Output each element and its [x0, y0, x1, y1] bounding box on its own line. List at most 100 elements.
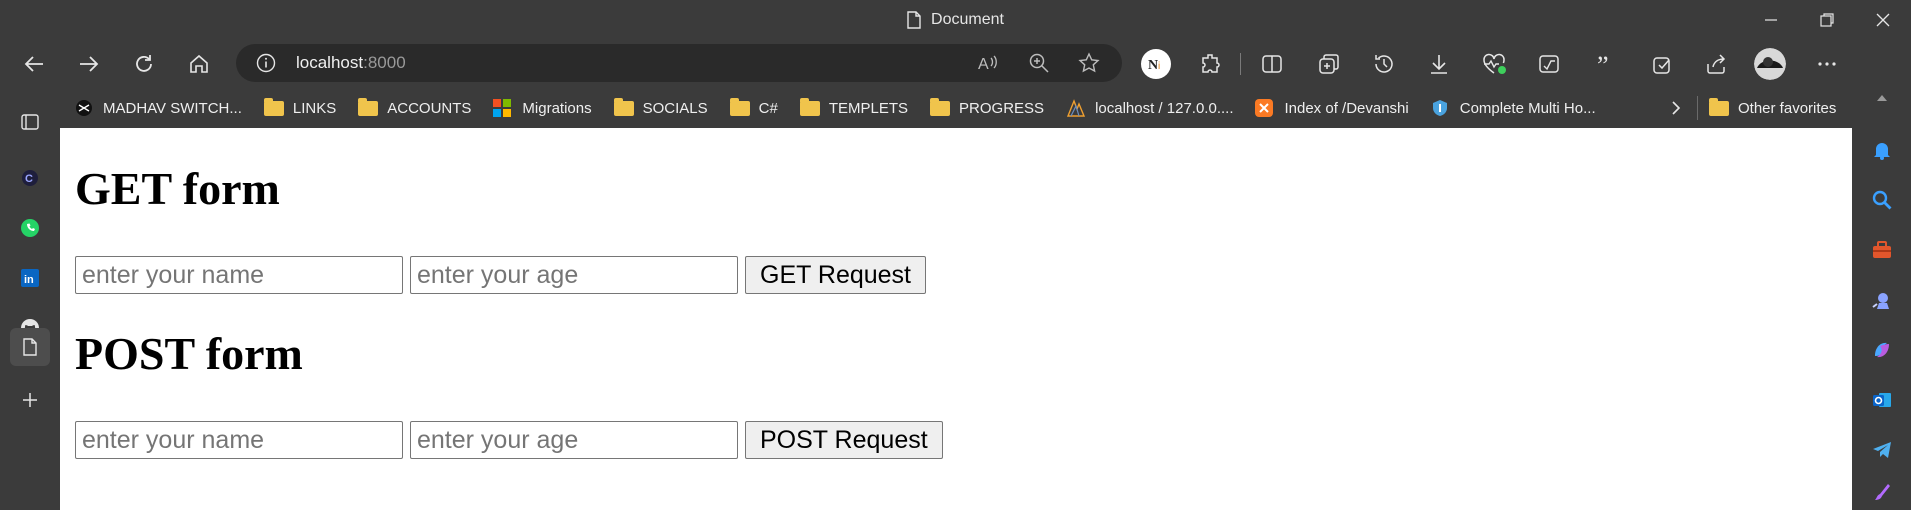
screenshot-icon[interactable]: [1649, 52, 1673, 76]
favorite-item[interactable]: Complete Multi Ho...: [1419, 88, 1606, 128]
xampp-icon: [1255, 99, 1275, 117]
url-port: :8000: [363, 53, 406, 72]
performance-icon[interactable]: [1482, 52, 1508, 76]
tab-actions-icon[interactable]: [12, 104, 48, 140]
toolbar-divider: [1240, 53, 1241, 75]
favorite-item[interactable]: TEMPLETS: [788, 88, 918, 128]
favorite-item[interactable]: MADHAV SWITCH...: [62, 88, 252, 128]
back-icon[interactable]: [16, 46, 52, 82]
favorite-item[interactable]: PROGRESS: [918, 88, 1054, 128]
favorite-item[interactable]: C#: [718, 88, 788, 128]
tools-icon[interactable]: [1864, 232, 1900, 268]
math-solver-icon[interactable]: [1537, 52, 1561, 76]
favorite-label: ACCOUNTS: [387, 99, 472, 117]
telegram-icon[interactable]: [1864, 432, 1900, 468]
more-icon[interactable]: [1815, 52, 1839, 76]
favorites-overflow-chevron-icon[interactable]: [1664, 96, 1688, 120]
post-name-input[interactable]: [75, 421, 403, 459]
favorite-item[interactable]: LINKS: [252, 88, 346, 128]
read-aloud-icon[interactable]: A: [976, 52, 1000, 74]
post-form-heading: POST form: [75, 328, 303, 379]
favorite-label: SOCIALS: [642, 99, 708, 117]
page-content: GET form GET Request POST form POST Requ…: [60, 128, 1852, 510]
document-tab-icon[interactable]: [10, 328, 50, 366]
folder-icon: [930, 97, 951, 116]
designer-icon[interactable]: [1864, 476, 1900, 506]
svg-text:N: N: [1148, 58, 1158, 73]
folder-icon: [263, 97, 284, 116]
outlook-icon[interactable]: [1864, 382, 1900, 418]
favorite-label: LINKS: [292, 99, 337, 117]
svg-text:C: C: [25, 173, 33, 185]
svg-text:i: i: [1158, 61, 1160, 72]
close-icon[interactable]: [1855, 0, 1911, 40]
quote-icon[interactable]: ”: [1594, 52, 1618, 76]
other-favorites[interactable]: Other favorites: [1709, 88, 1836, 128]
linkedin-icon[interactable]: in: [12, 260, 48, 296]
window-title: Document: [0, 0, 1911, 40]
svg-text:A: A: [978, 56, 989, 73]
app-c-icon[interactable]: C: [12, 160, 48, 196]
favorite-label: TEMPLETS: [828, 99, 909, 117]
title-bar: Document: [0, 0, 1911, 40]
games-icon[interactable]: [1864, 282, 1900, 318]
minimize-icon[interactable]: [1743, 0, 1799, 40]
address-bar[interactable]: localhost:8000 A: [236, 44, 1122, 82]
document-icon: [907, 11, 921, 29]
svg-text:in: in: [24, 274, 34, 286]
notifications-icon[interactable]: [1864, 132, 1900, 168]
get-form-heading: GET form: [75, 163, 280, 214]
restore-icon[interactable]: [1799, 0, 1855, 40]
folder-icon: [613, 97, 634, 116]
svg-text:”: ”: [1597, 52, 1609, 76]
switch-icon: [74, 99, 94, 117]
scroll-up-icon[interactable]: [1864, 88, 1900, 108]
left-sidebar: C in: [0, 96, 60, 510]
split-screen-icon[interactable]: [1260, 52, 1284, 76]
zoom-icon[interactable]: [1028, 52, 1050, 74]
profile-avatar[interactable]: [1754, 48, 1786, 80]
extensions-icon[interactable]: [1199, 52, 1223, 76]
favorite-label: Complete Multi Ho...: [1459, 99, 1596, 117]
favorite-label: MADHAV SWITCH...: [103, 99, 242, 117]
home-icon[interactable]: [181, 46, 217, 82]
folder-icon: [1709, 97, 1729, 116]
folder-icon: [358, 97, 379, 116]
folder-icon: [799, 97, 820, 116]
url-host: localhost: [296, 53, 364, 72]
favorite-item[interactable]: Migrations: [481, 88, 601, 128]
favorite-label: C#: [758, 99, 778, 117]
window-title-text: Document: [931, 11, 1004, 28]
get-age-input[interactable]: [410, 256, 738, 294]
share-icon[interactable]: [1704, 52, 1728, 76]
collections-icon[interactable]: [1317, 52, 1341, 76]
address-url[interactable]: localhost:8000: [296, 44, 406, 82]
copilot-icon[interactable]: [1864, 332, 1900, 368]
favorite-item[interactable]: localhost / 127.0.0....: [1054, 88, 1243, 128]
favorite-item[interactable]: Index of /Devanshi: [1243, 88, 1418, 128]
post-age-input[interactable]: [410, 421, 738, 459]
folder-icon: [729, 97, 750, 116]
favorite-star-icon[interactable]: [1078, 52, 1100, 74]
other-favorites-label: Other favorites: [1738, 99, 1837, 117]
phpmyadmin-icon: [1066, 99, 1086, 117]
history-icon[interactable]: [1372, 52, 1396, 76]
post-request-button[interactable]: POST Request: [745, 421, 943, 459]
shield-icon: [1431, 99, 1451, 117]
favorite-item[interactable]: SOCIALS: [602, 88, 718, 128]
whatsapp-icon[interactable]: [12, 210, 48, 246]
favorites-divider: [1697, 96, 1698, 120]
search-icon[interactable]: [1864, 182, 1900, 218]
forward-icon[interactable]: [71, 46, 107, 82]
downloads-icon[interactable]: [1427, 52, 1451, 76]
site-info-icon[interactable]: [256, 53, 276, 73]
refresh-icon[interactable]: [126, 46, 162, 82]
favorite-label: localhost / 127.0.0....: [1095, 99, 1234, 117]
microsoft-icon: [493, 99, 513, 117]
get-request-button[interactable]: GET Request: [745, 256, 927, 294]
get-name-input[interactable]: [75, 256, 403, 294]
favorites-bar: MADHAV SWITCH... LINKS ACCOUNTS Migratio…: [62, 88, 1852, 128]
extension-n-icon[interactable]: Ni: [1141, 49, 1171, 79]
favorite-item[interactable]: ACCOUNTS: [346, 88, 481, 128]
add-icon[interactable]: [12, 382, 48, 418]
